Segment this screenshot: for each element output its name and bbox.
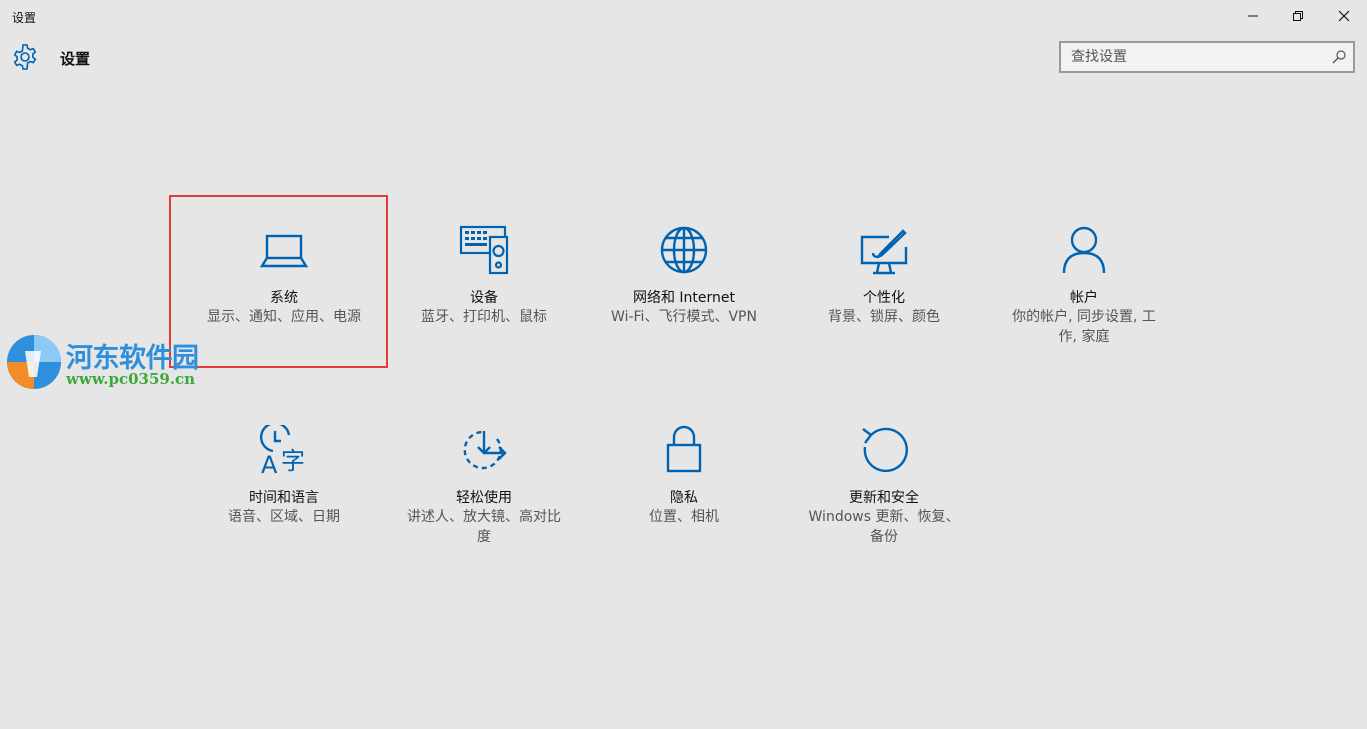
tile-label: 网络和 Internet bbox=[632, 290, 736, 306]
person-icon bbox=[1062, 226, 1106, 274]
minimize-button[interactable] bbox=[1230, 0, 1276, 32]
tile-label: 轻松使用 bbox=[456, 490, 512, 506]
search-input[interactable] bbox=[1061, 44, 1331, 70]
tile-description: 位置、相机 bbox=[649, 509, 719, 525]
ease-of-access-icon bbox=[463, 430, 507, 470]
tile-label: 隐私 bbox=[670, 490, 698, 506]
settings-header: 设置 bbox=[0, 38, 1367, 78]
personalization-icon bbox=[860, 229, 908, 275]
window-title: 设置 bbox=[12, 11, 37, 25]
tile-label: 设备 bbox=[470, 290, 498, 306]
close-icon bbox=[1338, 10, 1350, 22]
time-language-icon: A 字 bbox=[260, 425, 305, 475]
watermark-url: www.pc0359.cn bbox=[66, 370, 196, 388]
lock-icon bbox=[666, 425, 702, 473]
update-icon bbox=[862, 427, 908, 473]
devices-icon bbox=[459, 225, 509, 275]
tile-label: 时间和语言 bbox=[249, 490, 319, 506]
minimize-icon bbox=[1248, 15, 1258, 17]
tile-description: 你的帐户, 同步设置, 工作, 家庭 bbox=[1012, 309, 1156, 345]
search-icon[interactable] bbox=[1331, 49, 1347, 65]
tile-description: 蓝牙、打印机、鼠标 bbox=[421, 309, 547, 325]
title-bar: 设置 bbox=[0, 0, 1367, 32]
gear-icon bbox=[13, 44, 37, 70]
tile-description: Windows 更新、恢复、备份 bbox=[808, 509, 960, 545]
restore-button[interactable] bbox=[1275, 0, 1321, 32]
tile-label: 帐户 bbox=[1070, 290, 1098, 306]
tile-description: 语音、区域、日期 bbox=[228, 509, 340, 525]
tile-description: 讲述人、放大镜、高对比度 bbox=[407, 509, 561, 545]
tile-label: 更新和安全 bbox=[849, 490, 919, 506]
watermark-logo-icon bbox=[7, 335, 61, 389]
svg-text:字: 字 bbox=[281, 447, 305, 475]
close-button[interactable] bbox=[1321, 0, 1367, 32]
svg-text:A: A bbox=[261, 451, 278, 475]
restore-icon bbox=[1293, 11, 1303, 21]
search-box[interactable] bbox=[1059, 41, 1355, 73]
page-title: 设置 bbox=[60, 50, 91, 68]
highlight-box bbox=[169, 195, 388, 368]
tile-label: 个性化 bbox=[863, 290, 905, 306]
globe-icon bbox=[660, 226, 708, 274]
tile-description: Wi-Fi、飞行模式、VPN bbox=[611, 309, 757, 325]
tile-description: 背景、锁屏、颜色 bbox=[828, 309, 940, 325]
